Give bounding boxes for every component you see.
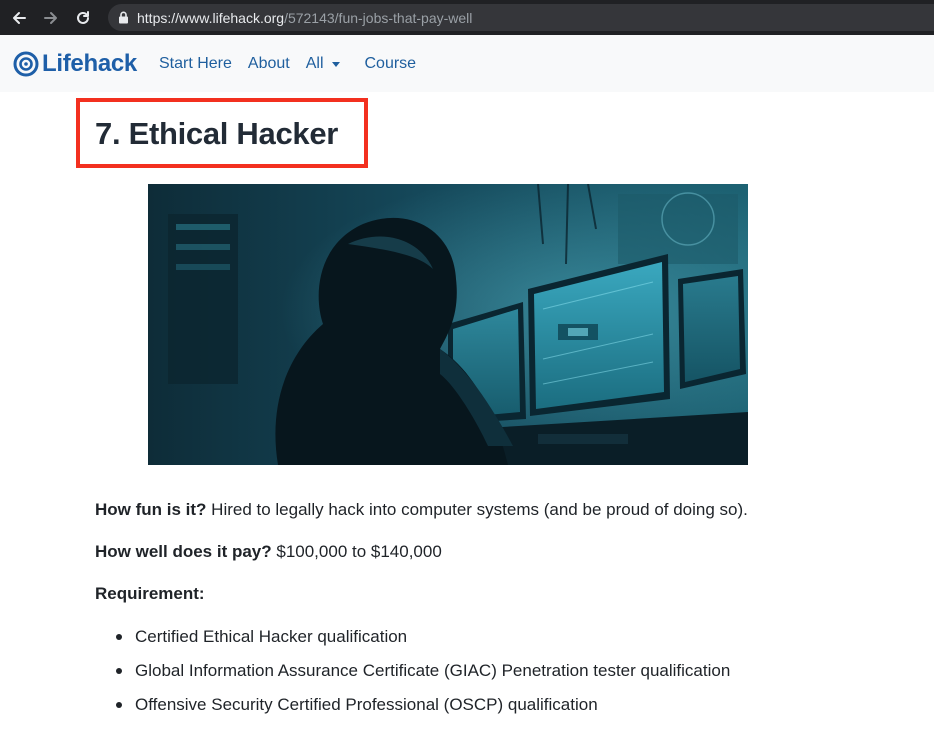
reload-icon[interactable] — [72, 7, 94, 29]
browser-toolbar: https://www.lifehack.org/572143/fun-jobs… — [0, 0, 934, 35]
list-item: Global Information Assurance Certificate… — [95, 658, 730, 692]
bullet-icon — [116, 634, 122, 640]
requirement-text: Certified Ethical Hacker qualification — [135, 627, 408, 646]
bullet-icon — [116, 702, 122, 708]
fun-paragraph: How fun is it? Hired to legally hack int… — [95, 500, 748, 520]
url-text: https://www.lifehack.org/572143/fun-jobs… — [137, 10, 472, 26]
requirement-text: Offensive Security Certified Professiona… — [135, 695, 598, 714]
nav-all-dropdown[interactable]: All — [306, 55, 340, 73]
lock-icon — [118, 11, 129, 24]
pay-text: $100,000 to $140,000 — [271, 542, 442, 561]
nav-all-label: All — [305, 54, 324, 72]
site-header: Lifehack Start Here About All Course — [0, 35, 934, 92]
pay-label: How well does it pay? — [95, 542, 272, 561]
lifehack-logo[interactable]: Lifehack — [13, 50, 137, 78]
hacker-image — [148, 184, 748, 465]
section-heading: 7. Ethical Hacker — [95, 116, 339, 151]
url-host: https://www.lifehack.org — [137, 9, 285, 26]
list-item: Certified Ethical Hacker qualification — [95, 624, 730, 658]
caret-down-icon — [331, 61, 340, 67]
logo-mark-icon — [13, 51, 39, 77]
nav-about[interactable]: About — [248, 55, 290, 73]
requirement-label: Requirement: — [95, 584, 205, 603]
fun-text: Hired to legally hack into computer syst… — [206, 500, 748, 519]
nav-course[interactable]: Course — [365, 55, 417, 73]
address-bar[interactable]: https://www.lifehack.org/572143/fun-jobs… — [108, 4, 934, 31]
nav-start-here[interactable]: Start Here — [159, 55, 232, 73]
requirement-text: Global Information Assurance Certificate… — [135, 661, 731, 680]
list-item: Offensive Security Certified Professiona… — [95, 692, 730, 726]
back-icon[interactable] — [8, 7, 30, 29]
requirement-paragraph: Requirement: — [95, 584, 205, 604]
fun-label: How fun is it? — [95, 500, 207, 519]
requirements-list: Certified Ethical Hacker qualification G… — [95, 624, 730, 726]
pay-paragraph: How well does it pay? $100,000 to $140,0… — [95, 542, 442, 562]
url-path: /572143/fun-jobs-that-pay-well — [284, 9, 473, 26]
logo-text: Lifehack — [42, 49, 137, 77]
bullet-icon — [116, 668, 122, 674]
forward-icon[interactable] — [40, 7, 62, 29]
